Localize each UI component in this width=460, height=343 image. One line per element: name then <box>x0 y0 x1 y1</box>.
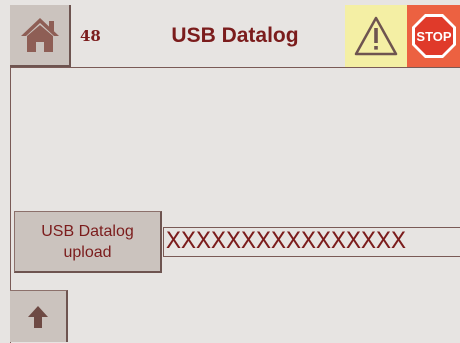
header-bar: 48 USB Datalog STOP <box>10 5 460 68</box>
up-arrow-icon <box>28 305 48 328</box>
home-button[interactable] <box>10 5 71 67</box>
warning-button[interactable] <box>345 5 407 67</box>
stop-button[interactable]: STOP <box>407 5 460 67</box>
screen-number: 48 <box>80 27 101 45</box>
upload-status-field: XXXXXXXXXXXXXXXX <box>163 227 460 257</box>
upload-button-label-line1: USB Datalog <box>41 222 134 240</box>
stop-label: STOP <box>416 29 451 44</box>
up-button[interactable] <box>10 290 68 342</box>
page-title: USB Datalog <box>171 24 299 47</box>
home-icon <box>20 18 59 52</box>
warning-icon <box>354 16 398 56</box>
upload-button-label-line2: upload <box>63 243 112 261</box>
stop-sign-icon: STOP <box>411 14 456 58</box>
usb-datalog-upload-button[interactable]: USB Datalog upload <box>14 211 162 273</box>
